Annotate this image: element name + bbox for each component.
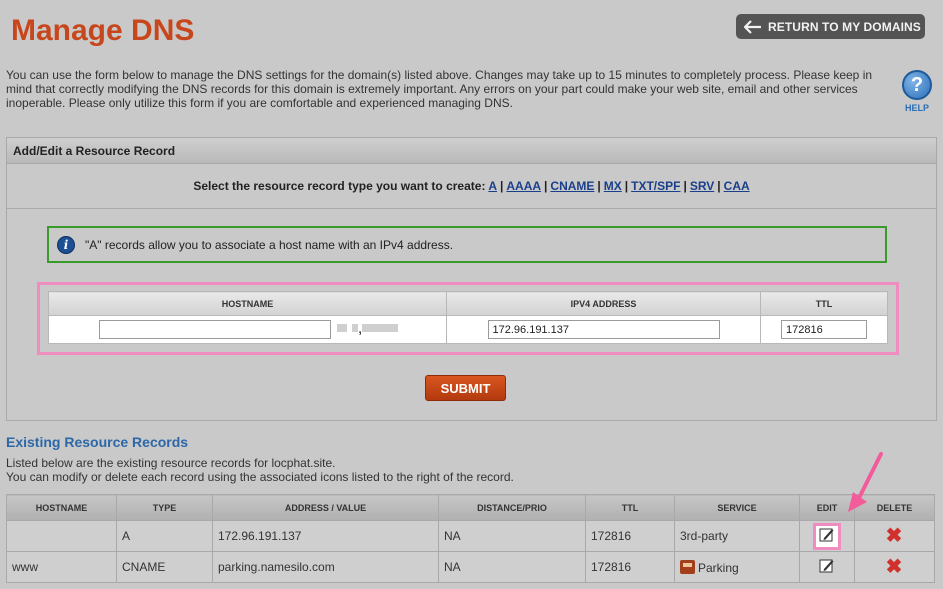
type-link-srv[interactable]: SRV	[690, 179, 714, 193]
type-link-caa[interactable]: CAA	[724, 179, 750, 193]
arrow-left-icon	[744, 19, 761, 34]
ttl-input[interactable]	[781, 320, 867, 340]
row-prio: NA	[438, 551, 586, 583]
row-type: CNAME	[116, 551, 213, 583]
edit-button[interactable]	[812, 522, 841, 550]
row-edit-cell	[799, 551, 855, 583]
domain-suffix: ,	[337, 320, 399, 338]
ttl-cell	[760, 315, 888, 344]
col-hostname: HOSTNAME	[6, 494, 117, 521]
row-ttl: 172816	[585, 520, 675, 552]
table-row: www CNAME parking.namesilo.com NA 172816…	[6, 551, 935, 583]
delete-icon[interactable]: ✖	[886, 556, 903, 578]
type-link-aaaa[interactable]: AAAA	[506, 179, 541, 193]
col-prio: DISTANCE/PRIO	[438, 494, 586, 521]
records-table: HOSTNAME TYPE ADDRESS / VALUE DISTANCE/P…	[6, 494, 935, 583]
hostname-cell: ,	[48, 315, 447, 344]
col-ttl: TTL	[585, 494, 675, 521]
edit-button[interactable]	[816, 557, 838, 578]
row-delete-cell: ✖	[854, 551, 935, 583]
type-link-txt-spf[interactable]: TXT/SPF	[631, 179, 680, 193]
intro-text: You can use the form below to manage the…	[6, 68, 873, 110]
existing-records-desc: Listed below are the existing resource r…	[6, 456, 514, 484]
submit-button[interactable]: SUBMIT	[425, 375, 506, 401]
delete-icon[interactable]: ✖	[886, 525, 903, 547]
table-row: A 172.96.191.137 NA 172816 3rd-party ✖	[6, 520, 935, 552]
add-record-panel: Add/Edit a Resource Record Select the re…	[6, 137, 937, 421]
edit-icon	[819, 559, 833, 572]
row-prio: NA	[438, 520, 586, 552]
col-hostname: HOSTNAME	[48, 291, 447, 316]
pointer-arrow-icon	[848, 452, 883, 512]
record-form: HOSTNAME IPV4 ADDRESS TTL ,	[37, 282, 899, 355]
records-header-row: HOSTNAME TYPE ADDRESS / VALUE DISTANCE/P…	[6, 494, 935, 521]
help-label: HELP	[904, 103, 929, 113]
hostname-input[interactable]	[99, 320, 331, 340]
record-form-table: HOSTNAME IPV4 ADDRESS TTL ,	[48, 291, 888, 344]
info-box: i "A" records allow you to associate a h…	[47, 226, 887, 263]
row-service: 3rd-party	[674, 520, 800, 552]
record-type-selector: Select the resource record type you want…	[7, 164, 936, 209]
existing-records-title: Existing Resource Records	[6, 434, 189, 450]
col-ttl: TTL	[760, 291, 888, 316]
parking-icon	[680, 559, 695, 574]
row-delete-cell: ✖	[854, 520, 935, 552]
question-icon: ?	[902, 70, 932, 100]
row-service: Parking	[698, 560, 739, 575]
info-text: "A" records allow you to associate a hos…	[85, 237, 454, 252]
ipv4-input[interactable]	[487, 320, 720, 340]
edit-icon	[819, 528, 833, 541]
row-edit-cell	[799, 520, 855, 552]
ipv4-cell	[446, 315, 761, 344]
return-label: RETURN TO MY DOMAINS	[768, 19, 921, 34]
info-icon: i	[57, 235, 75, 254]
existing-desc-line1: Listed below are the existing resource r…	[6, 456, 336, 470]
row-value: 172.96.191.137	[212, 520, 439, 552]
type-prompt: Select the resource record type you want…	[193, 179, 486, 193]
row-service-cell: Parking	[674, 551, 800, 583]
row-type: A	[116, 520, 213, 552]
type-link-mx[interactable]: MX	[604, 179, 622, 193]
type-link-a[interactable]: A	[488, 179, 497, 193]
help-button[interactable]: ? HELP	[901, 70, 933, 113]
col-ipv4: IPV4 ADDRESS	[446, 291, 761, 316]
row-hostname: www	[6, 551, 117, 583]
return-to-domains-button[interactable]: RETURN TO MY DOMAINS	[736, 14, 925, 39]
col-type: TYPE	[116, 494, 213, 521]
existing-desc-line2: You can modify or delete each record usi…	[6, 470, 514, 484]
col-address: ADDRESS / VALUE	[212, 494, 439, 521]
type-link-cname[interactable]: CNAME	[550, 179, 594, 193]
page-title: Manage DNS	[11, 14, 195, 47]
row-value: parking.namesilo.com	[212, 551, 439, 583]
row-ttl: 172816	[585, 551, 675, 583]
col-service: SERVICE	[674, 494, 800, 521]
row-hostname	[6, 520, 117, 552]
panel-title: Add/Edit a Resource Record	[7, 138, 936, 164]
